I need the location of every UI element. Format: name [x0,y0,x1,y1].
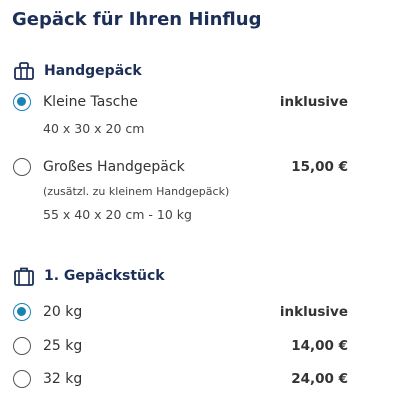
option-25kg[interactable]: 25 kg 14,00 € [13,335,348,357]
suitcase-icon [13,266,35,286]
option-price: 14,00 € [291,338,348,354]
baggage-selection-panel: Gepäck für Ihren Hinflug Handgepäck Klei… [0,0,420,402]
radio-kleine-tasche[interactable] [13,93,31,111]
option-kleine-tasche[interactable]: Kleine Tasche inklusive [13,91,348,113]
checked-baggage-header: 1. Gepäckstück [13,266,165,286]
page-title: Gepäck für Ihren Hinflug [12,9,262,30]
option-price: 24,00 € [291,371,348,387]
option-label: 20 kg [43,304,83,320]
radio-25kg[interactable] [13,337,31,355]
hand-baggage-heading: Handgepäck [44,63,142,79]
option-price: 15,00 € [291,159,348,175]
radio-32kg[interactable] [13,370,31,388]
hand-baggage-icon [13,61,35,81]
radio-20kg[interactable] [13,303,31,321]
checked-baggage-heading: 1. Gepäckstück [44,268,165,284]
option-price: inklusive [279,94,348,110]
radio-grosses-handgepaeck[interactable] [13,158,31,176]
option-label: Großes Handgepäck [43,159,185,175]
option-dimensions: 40 x 30 x 20 cm [43,121,145,136]
option-note: (zusätzl. zu kleinem Handgepäck) [43,185,230,198]
option-dimensions: 55 x 40 x 20 cm - 10 kg [43,207,192,222]
option-label: 32 kg [43,371,83,387]
option-label: 25 kg [43,338,83,354]
option-price: inklusive [279,304,348,320]
option-label: Kleine Tasche [43,94,138,110]
option-20kg[interactable]: 20 kg inklusive [13,301,348,323]
option-grosses-handgepaeck[interactable]: Großes Handgepäck 15,00 € [13,156,348,178]
hand-baggage-header: Handgepäck [13,61,142,81]
option-32kg[interactable]: 32 kg 24,00 € [13,368,348,390]
